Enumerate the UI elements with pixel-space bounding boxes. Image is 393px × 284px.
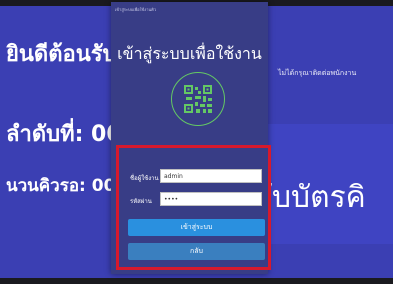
qr-code-glyph	[184, 85, 212, 113]
password-label: รหัสผ่าน	[130, 198, 152, 205]
username-input[interactable]: admin	[160, 169, 262, 183]
notice-text: ไม่ได้กรุณาติดต่อพนักงาน	[278, 69, 357, 77]
username-label: ชื่อผู้ใช้งาน	[130, 175, 159, 182]
modal-caption: เข้าสู่ระบบเพื่อใช้งานคิว	[115, 7, 157, 12]
login-title: เข้าสู่ระบบเพื่อใช้งาน	[117, 44, 262, 63]
password-input[interactable]: ••••	[160, 192, 262, 206]
login-button[interactable]: เข้าสู่ระบบ	[128, 219, 265, 236]
qr-code-icon	[171, 72, 225, 126]
queue-number-label: ลำดับที่: 00	[6, 122, 122, 147]
queue-wait-label: นวนคิวรอ: 00	[6, 176, 116, 196]
ticket-text: ับบัตรคิ	[272, 180, 366, 215]
back-button[interactable]: กลับ	[128, 243, 265, 260]
welcome-heading: ยินดีต้อนรับ	[6, 42, 117, 67]
